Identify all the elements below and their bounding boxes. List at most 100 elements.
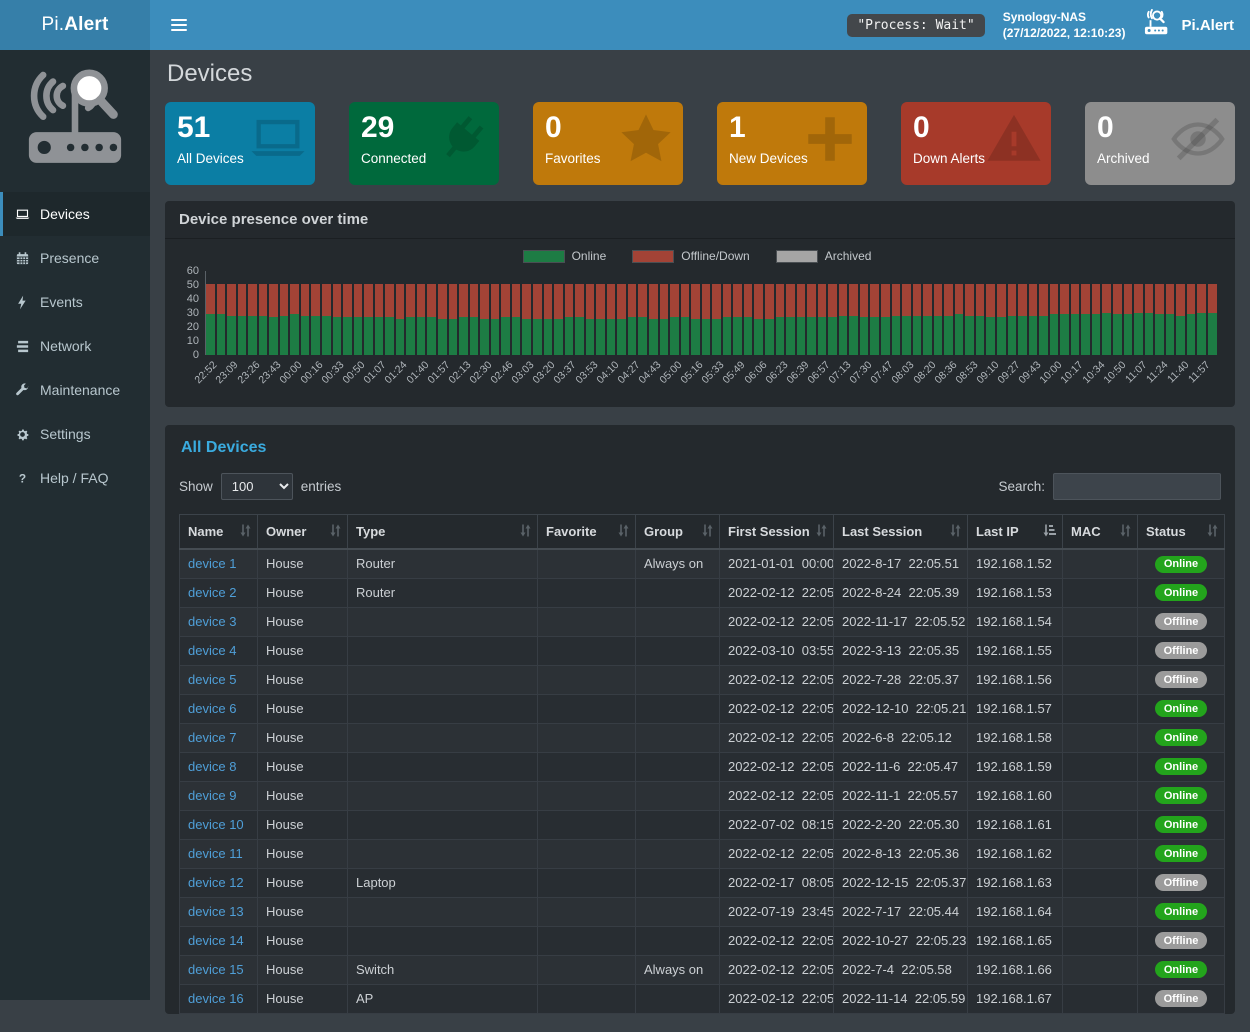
device-link[interactable]: device 14 [188, 933, 244, 948]
presence-bar[interactable] [301, 284, 310, 355]
presence-bar[interactable] [1071, 284, 1080, 355]
presence-bar[interactable] [1060, 284, 1069, 355]
presence-bar[interactable] [638, 284, 647, 355]
column-header-name[interactable]: Name [180, 515, 258, 550]
device-link[interactable]: device 1 [188, 556, 236, 571]
card-down-alerts[interactable]: 0 Down Alerts [901, 102, 1051, 185]
presence-bar[interactable] [860, 284, 869, 355]
presence-bar[interactable] [417, 284, 426, 355]
presence-bar[interactable] [965, 284, 974, 355]
presence-bar[interactable] [1008, 284, 1017, 355]
presence-bar[interactable] [449, 284, 458, 355]
presence-bar[interactable] [776, 284, 785, 355]
presence-bar[interactable] [797, 284, 806, 355]
presence-bar[interactable] [290, 284, 299, 355]
presence-bar[interactable] [754, 284, 763, 355]
presence-bar[interactable] [480, 284, 489, 355]
presence-bar[interactable] [892, 284, 901, 355]
presence-bar[interactable] [828, 284, 837, 355]
presence-bar[interactable] [280, 284, 289, 355]
card-new-devices[interactable]: 1 New Devices [717, 102, 867, 185]
presence-bar[interactable] [554, 284, 563, 355]
column-header-last-ip[interactable]: Last IP [968, 515, 1063, 550]
legend-item-online[interactable]: Online [523, 249, 607, 263]
presence-bar[interactable] [406, 284, 415, 355]
presence-bar[interactable] [491, 284, 500, 355]
presence-bar[interactable] [913, 284, 922, 355]
presence-bar[interactable] [1018, 284, 1027, 355]
presence-bar[interactable] [1092, 284, 1101, 355]
presence-bar[interactable] [997, 284, 1006, 355]
device-link[interactable]: device 8 [188, 759, 236, 774]
presence-bar[interactable] [1113, 284, 1122, 355]
device-link[interactable]: device 2 [188, 585, 236, 600]
presence-bar[interactable] [691, 284, 700, 355]
device-link[interactable]: device 5 [188, 672, 236, 687]
presence-bar[interactable] [681, 284, 690, 355]
presence-bar[interactable] [586, 284, 595, 355]
presence-bar[interactable] [259, 284, 268, 355]
presence-bar[interactable] [217, 284, 226, 355]
presence-bar[interactable] [575, 284, 584, 355]
sidebar-item-maintenance[interactable]: Maintenance [0, 368, 150, 412]
sidebar-item-network[interactable]: Network [0, 324, 150, 368]
device-link[interactable]: device 3 [188, 614, 236, 629]
device-link[interactable]: device 10 [188, 817, 244, 832]
presence-bar[interactable] [1187, 284, 1196, 355]
presence-bar[interactable] [565, 284, 574, 355]
presence-bar[interactable] [1039, 284, 1048, 355]
presence-bar[interactable] [818, 284, 827, 355]
presence-bar[interactable] [1134, 284, 1143, 355]
presence-bar[interactable] [1155, 284, 1164, 355]
presence-bar[interactable] [1166, 284, 1175, 355]
presence-bar[interactable] [870, 284, 879, 355]
column-header-group[interactable]: Group [636, 515, 720, 550]
presence-bar[interactable] [227, 284, 236, 355]
app-link[interactable]: Pi.Alert [1143, 9, 1238, 41]
presence-bar[interactable] [1124, 284, 1133, 355]
presence-bar[interactable] [544, 284, 553, 355]
presence-bar[interactable] [343, 284, 352, 355]
card-archived[interactable]: 0 Archived [1085, 102, 1235, 185]
presence-bar[interactable] [839, 284, 848, 355]
presence-bar[interactable] [501, 284, 510, 355]
presence-bar[interactable] [986, 284, 995, 355]
presence-bar[interactable] [923, 284, 932, 355]
presence-bar[interactable] [712, 284, 721, 355]
presence-bar[interactable] [354, 284, 363, 355]
presence-bar[interactable] [522, 284, 531, 355]
device-link[interactable]: device 9 [188, 788, 236, 803]
presence-bar[interactable] [459, 284, 468, 355]
presence-bar[interactable] [364, 284, 373, 355]
card-favorites[interactable]: 0 Favorites [533, 102, 683, 185]
presence-bar[interactable] [512, 284, 521, 355]
presence-bar[interactable] [438, 284, 447, 355]
presence-bar[interactable] [1197, 284, 1206, 355]
legend-item-archived[interactable]: Archived [776, 249, 872, 263]
presence-bar[interactable] [765, 284, 774, 355]
presence-bar[interactable] [1029, 284, 1038, 355]
sidebar-item-presence[interactable]: Presence [0, 236, 150, 280]
presence-bar[interactable] [723, 284, 732, 355]
column-header-mac[interactable]: MAC [1063, 515, 1138, 550]
device-link[interactable]: device 4 [188, 643, 236, 658]
device-link[interactable]: device 6 [188, 701, 236, 716]
device-link[interactable]: device 12 [188, 875, 244, 890]
device-link[interactable]: device 15 [188, 962, 244, 977]
sidebar-item-devices[interactable]: Devices [0, 192, 150, 236]
card-all-devices[interactable]: 51 All Devices [165, 102, 315, 185]
presence-bar[interactable] [881, 284, 890, 355]
legend-item-offline-down[interactable]: Offline/Down [632, 249, 749, 263]
presence-bar[interactable] [1176, 284, 1185, 355]
sidebar-item-events[interactable]: Events [0, 280, 150, 324]
page-length-select[interactable]: 100 [221, 473, 293, 500]
presence-bar[interactable] [607, 284, 616, 355]
device-link[interactable]: device 16 [188, 991, 244, 1006]
column-header-first-session[interactable]: First Session [720, 515, 834, 550]
presence-bar[interactable] [248, 284, 257, 355]
presence-bar[interactable] [702, 284, 711, 355]
presence-bar[interactable] [238, 284, 247, 355]
presence-bar[interactable] [617, 284, 626, 355]
presence-bar[interactable] [660, 284, 669, 355]
presence-bar[interactable] [849, 284, 858, 355]
